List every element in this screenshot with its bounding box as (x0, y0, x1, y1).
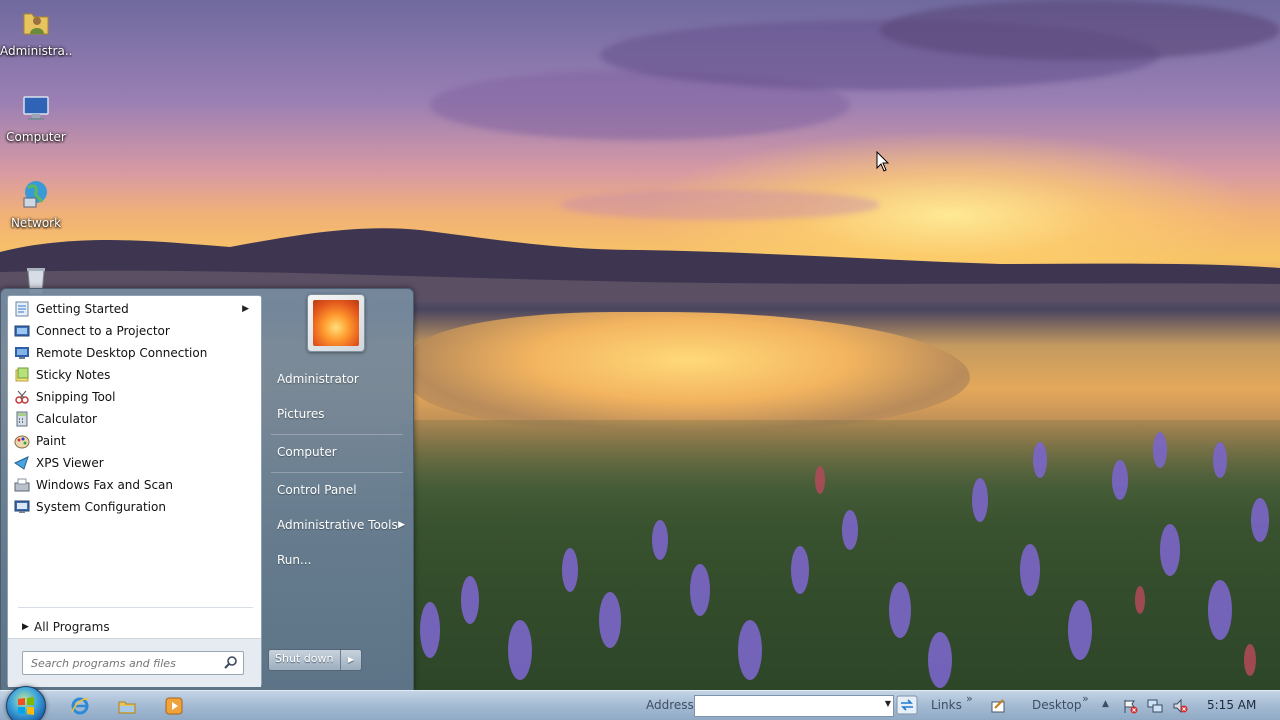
show-hidden-icons-icon[interactable]: ▲ (1102, 699, 1109, 709)
desktop-icon-label: Administra... (0, 44, 72, 58)
mouse-cursor-icon (876, 151, 890, 172)
program-item-snipping-tool[interactable]: Snipping Tool (8, 386, 261, 408)
computer-icon (23, 96, 49, 120)
desktop-chevron-icon[interactable]: » (1082, 692, 1089, 705)
action-center-flag-icon[interactable] (1122, 698, 1138, 714)
address-field[interactable]: ▼ (694, 695, 894, 717)
search-area (8, 638, 261, 687)
fax-scan-icon (14, 478, 30, 492)
search-icon[interactable] (224, 655, 238, 669)
desktop-icon-label: Network (10, 216, 62, 230)
program-item-xps-viewer[interactable]: XPS Viewer (8, 452, 261, 474)
sticky-notes-icon (15, 367, 29, 382)
program-label: Connect to a Projector (36, 324, 170, 338)
paint-icon (14, 435, 30, 449)
desktop-icon-administrator[interactable]: Administra... (0, 6, 72, 58)
right-item-computer[interactable]: Computer (269, 438, 415, 466)
program-list: Getting Started ▶ Connect to a Projector… (8, 298, 261, 518)
user-avatar-flower (313, 300, 359, 346)
desktop-icon-network[interactable]: Network (0, 178, 72, 230)
user-picture[interactable] (307, 294, 365, 352)
right-item-label: Pictures (277, 407, 325, 421)
program-item-calculator[interactable]: Calculator (8, 408, 261, 430)
program-item-paint[interactable]: Paint (8, 430, 261, 452)
programs-separator (18, 607, 253, 608)
search-input[interactable] (29, 652, 223, 674)
program-label: Snipping Tool (36, 390, 116, 404)
program-label: Sticky Notes (36, 368, 111, 382)
right-item-label: Computer (277, 445, 337, 459)
all-programs-button[interactable]: ▶ All Programs (14, 616, 110, 638)
shutdown-label: Shut down (275, 652, 334, 665)
right-item-administrator[interactable]: Administrator (269, 365, 415, 393)
start-button[interactable] (6, 686, 46, 720)
windows-explorer-icon[interactable] (117, 696, 137, 716)
media-player-icon[interactable] (164, 696, 184, 716)
cloud (880, 0, 1280, 60)
program-item-connect-to-projector[interactable]: Connect to a Projector (8, 320, 261, 342)
program-label: Remote Desktop Connection (36, 346, 208, 360)
program-item-remote-desktop[interactable]: Remote Desktop Connection (8, 342, 261, 364)
desktop-icon-computer[interactable]: Computer (0, 92, 72, 144)
program-item-system-configuration[interactable]: System Configuration (8, 496, 261, 518)
right-item-label: Administrator (277, 372, 359, 386)
program-label: System Configuration (36, 500, 166, 514)
xps-viewer-icon (14, 456, 29, 470)
right-item-label: Administrative Tools (277, 518, 398, 532)
user-folder-icon (23, 13, 49, 35)
address-input[interactable] (695, 696, 875, 716)
address-label: Address (646, 698, 694, 712)
right-separator (271, 472, 403, 473)
snipping-tool-icon (15, 390, 29, 404)
program-label: XPS Viewer (36, 456, 104, 470)
right-item-control-panel[interactable]: Control Panel (269, 476, 415, 504)
windows-logo-icon (18, 697, 34, 715)
address-dropdown-icon[interactable]: ▼ (885, 699, 891, 708)
shutdown-button[interactable]: Shut down ▶ (268, 649, 362, 671)
right-separator (271, 434, 403, 435)
search-box[interactable] (22, 651, 244, 675)
links-toolbar-label[interactable]: Links (931, 698, 962, 712)
programs-pane: Getting Started ▶ Connect to a Projector… (7, 295, 262, 687)
network-icon (23, 181, 47, 208)
program-item-sticky-notes[interactable]: Sticky Notes (8, 364, 261, 386)
right-item-run[interactable]: Run... (269, 546, 415, 574)
network-tray-icon[interactable] (1147, 698, 1163, 714)
desktop-icon-label: Computer (6, 130, 66, 144)
submenu-arrow-icon: ▶ (398, 520, 405, 530)
notepad-edit-icon[interactable] (990, 698, 1006, 714)
program-item-fax-scan[interactable]: Windows Fax and Scan (8, 474, 261, 496)
right-item-pictures[interactable]: Pictures (269, 400, 415, 428)
lake-reflection (410, 312, 970, 432)
volume-muted-icon[interactable] (1172, 698, 1188, 714)
system-configuration-icon (14, 500, 30, 513)
taskbar: Address ▼ Links » Desktop » ▲ 5:15 AM (0, 686, 1280, 720)
lupine-flowers (420, 432, 1269, 688)
desktop-toolbar-label[interactable]: Desktop (1032, 698, 1082, 712)
cloud (560, 190, 880, 220)
system-clock[interactable]: 5:15 AM (1207, 698, 1256, 712)
program-label: Windows Fax and Scan (36, 478, 174, 492)
internet-explorer-icon[interactable] (70, 696, 90, 716)
right-item-label: Control Panel (277, 483, 357, 497)
start-menu: Getting Started ▶ Connect to a Projector… (0, 288, 414, 692)
remote-desktop-icon (15, 347, 29, 359)
projector-icon (14, 325, 30, 337)
all-programs-label: All Programs (34, 620, 110, 634)
shutdown-options-icon[interactable]: ▶ (340, 650, 361, 670)
program-label: Calculator (36, 412, 97, 426)
links-chevron-icon[interactable]: » (966, 692, 973, 705)
calculator-icon (16, 411, 28, 427)
program-label: Paint (36, 434, 66, 448)
program-label: Getting Started (36, 302, 129, 316)
getting-started-icon (15, 301, 29, 317)
right-item-label: Run... (277, 553, 312, 567)
expand-arrow-icon: ▶ (22, 622, 29, 632)
address-go-icon[interactable] (896, 695, 918, 715)
program-item-getting-started[interactable]: Getting Started ▶ (8, 298, 261, 320)
right-item-administrative-tools[interactable]: Administrative Tools ▶ (269, 511, 415, 539)
submenu-arrow-icon: ▶ (242, 304, 249, 314)
